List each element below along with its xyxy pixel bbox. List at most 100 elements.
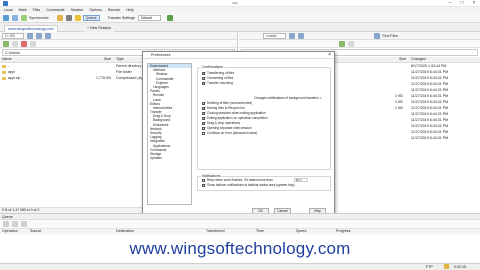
menu-item-session[interactable]: Session xyxy=(71,8,84,12)
minimize-icon[interactable]: – xyxy=(444,0,456,7)
confirmation-checkbox[interactable]: Transfer resuming xyxy=(202,81,233,86)
checkbox-icon[interactable] xyxy=(202,81,206,86)
queue-col-time[interactable]: Time xyxy=(256,229,264,234)
local-view-icon[interactable] xyxy=(3,14,9,21)
preferences-icon[interactable] xyxy=(56,14,63,21)
confirmation-checkbox[interactable]: Opening separate shell session xyxy=(202,126,251,131)
confirmation-checkbox[interactable]: Overwriting of files xyxy=(202,76,233,81)
remote-back-icon[interactable] xyxy=(289,32,296,39)
back-icon[interactable] xyxy=(35,32,42,39)
console-icon[interactable] xyxy=(65,14,72,21)
checkbox-icon[interactable] xyxy=(202,101,206,106)
checkbox-icon[interactable] xyxy=(202,183,206,188)
remote-col-changed[interactable]: Changed xyxy=(411,57,426,61)
queue-pause-icon[interactable] xyxy=(12,221,18,227)
remote-properties-icon[interactable] xyxy=(348,40,354,47)
menu-item-remote[interactable]: Remote xyxy=(108,8,121,12)
queue-col-destination[interactable]: Destination xyxy=(116,229,134,234)
tab-new-session[interactable]: + New Session xyxy=(84,25,115,32)
transfer-settings-select[interactable]: Default xyxy=(137,14,162,21)
checkbox-label: Drag & drop operations xyxy=(207,121,240,125)
preferences-dialog: Preferences × Environment Interface Window… xyxy=(142,51,335,217)
queue-col-speed[interactable]: Speed xyxy=(296,229,306,234)
file-changed: 11/27/2019 6:44:31 PM xyxy=(411,82,449,86)
menu-item-files[interactable]: Files xyxy=(33,8,41,12)
session-tab-bar: www.wingsoftechnology.com + New Session xyxy=(0,23,480,32)
checkbox-icon[interactable] xyxy=(202,178,205,182)
new-icon[interactable] xyxy=(339,40,345,47)
confirmation-checkbox[interactable]: Closing sessions when exiting applicatio… xyxy=(202,111,266,116)
checkbox-label: Opening separate shell session xyxy=(207,126,252,130)
checkbox-label: Transfer resuming xyxy=(207,81,233,85)
local-col-name[interactable]: Name xyxy=(2,57,12,61)
parent-dir-icon[interactable] xyxy=(26,32,33,39)
transfer-settings-icon[interactable] xyxy=(167,14,174,21)
checkbox-icon[interactable] xyxy=(202,131,205,135)
queue-col-transferred[interactable]: Transferred xyxy=(206,229,224,234)
queue-icon[interactable] xyxy=(74,14,81,21)
checkbox-icon[interactable] xyxy=(202,71,206,76)
synchronize-icon[interactable] xyxy=(21,14,27,21)
local-action-bar xyxy=(0,40,237,48)
remote-pane-toolbar: /<root> Find Files xyxy=(239,32,480,40)
find-files-icon[interactable] xyxy=(374,32,381,39)
checkbox-icon[interactable] xyxy=(202,121,206,126)
checkbox-icon[interactable] xyxy=(202,76,206,81)
properties-icon[interactable] xyxy=(30,40,36,47)
protocol-indicator: FTP xyxy=(426,265,433,269)
folder-icon xyxy=(2,71,6,74)
file-changed: 11/27/2019 6:44:31 PM xyxy=(411,118,449,122)
menu-item-mark[interactable]: Mark xyxy=(19,8,27,12)
title-bar: app – □ × xyxy=(0,0,480,7)
remote-path-select[interactable]: /<root> xyxy=(263,32,287,39)
local-drive-select[interactable]: C: OS xyxy=(2,32,24,39)
menu-item-help[interactable]: Help xyxy=(126,8,133,12)
website-banner: www.wingsoftechnology.com xyxy=(129,239,351,258)
tab-session[interactable]: www.wingsoftechnology.com xyxy=(4,25,58,32)
edit-icon[interactable] xyxy=(12,40,18,47)
remote-forward-icon[interactable] xyxy=(298,32,305,39)
confirmation-checkbox[interactable]: Transferring of files xyxy=(202,71,234,76)
confirmation-checkbox[interactable]: Exiting application on operation complet… xyxy=(202,116,268,121)
remote-view-icon[interactable] xyxy=(12,14,18,21)
upload-icon[interactable] xyxy=(3,40,9,47)
menu-item-local[interactable]: Local xyxy=(4,8,13,12)
confirmation-checkbox[interactable]: Deleting of files (recommended) xyxy=(202,101,252,106)
queue-col-operation[interactable]: Operation xyxy=(2,229,18,234)
tree-item-updates[interactable]: Updates xyxy=(148,156,191,160)
checkbox-icon[interactable] xyxy=(202,111,206,116)
queue-panel: Queue Operation Source Destination Transfer… xyxy=(0,213,480,235)
synchronize-button[interactable]: Synchronize xyxy=(29,16,49,20)
maximize-icon[interactable]: □ xyxy=(456,0,468,7)
menu-item-commands[interactable]: Commands xyxy=(46,8,64,12)
confirmation-checkbox[interactable]: Drag & drop operations xyxy=(202,121,240,126)
forward-icon[interactable] xyxy=(44,32,51,39)
remote-col-size[interactable]: Size xyxy=(399,57,406,61)
changes-notifications-button[interactable]: Changes notifications of background tran… xyxy=(254,96,322,100)
queue-col-source[interactable]: Source xyxy=(30,229,41,234)
file-type: File folder xyxy=(116,70,132,74)
notification-checkbox[interactable]: Show balloon notifications in taskbar st… xyxy=(202,183,295,188)
queue-delete-icon[interactable] xyxy=(21,221,27,227)
confirmation-checkbox[interactable]: Continue on error (advanced users) xyxy=(202,131,257,136)
file-name: .. xyxy=(8,64,10,68)
find-files-button[interactable]: Find Files xyxy=(382,34,398,38)
delete-icon[interactable] xyxy=(21,40,27,47)
queue-execute-icon[interactable] xyxy=(3,221,9,227)
checkbox-icon[interactable] xyxy=(202,106,206,111)
confirmation-checkbox[interactable]: Moving files to Recycle bin xyxy=(202,106,245,111)
queue-col-progress[interactable]: Progress xyxy=(336,229,350,234)
beep-seconds-input[interactable]: 60 s xyxy=(294,178,308,182)
folder-icon xyxy=(2,65,6,68)
dialog-close-icon[interactable]: × xyxy=(328,52,331,59)
menu-item-options[interactable]: Options xyxy=(89,8,101,12)
local-col-size[interactable]: Size xyxy=(104,57,111,61)
lock-icon xyxy=(444,264,449,269)
checkbox-icon[interactable] xyxy=(202,116,206,121)
queue-toolbar xyxy=(0,220,480,228)
notification-checkbox[interactable]: Beep when work finishes, if it lasted mo… xyxy=(202,178,273,183)
queue-button[interactable]: Queue xyxy=(82,14,100,21)
close-icon[interactable]: × xyxy=(468,0,480,7)
checkbox-icon[interactable] xyxy=(202,126,206,131)
local-col-type[interactable]: Type xyxy=(116,57,124,61)
